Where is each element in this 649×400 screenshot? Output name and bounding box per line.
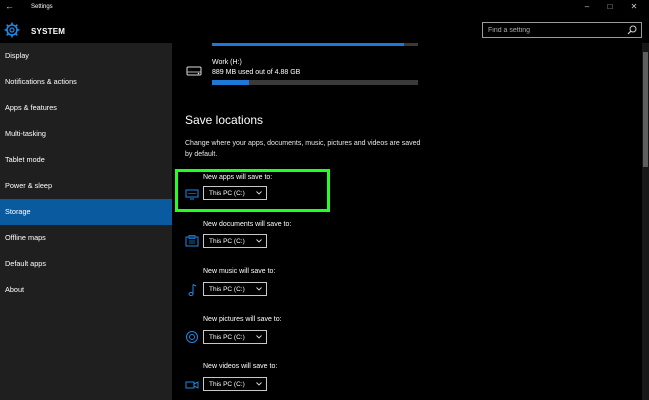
search-box[interactable] [482, 22, 642, 38]
pictures-save-select[interactable]: This PC (C:) [203, 330, 267, 344]
documents-folder-icon [185, 235, 199, 247]
video-camera-icon [185, 381, 199, 389]
sidebar-item-apps-features[interactable]: Apps & features [0, 95, 172, 121]
videos-save-label: New videos will save to: [203, 363, 278, 370]
sidebar-item-multitasking[interactable]: Multi-tasking [0, 121, 172, 147]
sidebar-item-default-apps[interactable]: Default apps [0, 251, 172, 277]
documents-save-label: New documents will save to: [203, 221, 292, 228]
close-icon[interactable]: ✕ [628, 2, 640, 11]
save-locations-heading: Save locations [185, 113, 264, 127]
videos-save-value: This PC (C:) [209, 381, 245, 388]
search-input[interactable] [483, 23, 623, 37]
pictures-save-label: New pictures will save to: [203, 316, 282, 323]
drive-icon [186, 66, 202, 76]
previous-drive-usage-fill [212, 43, 404, 46]
gear-icon [4, 22, 20, 38]
maximize-icon[interactable]: □ [604, 2, 616, 11]
pictures-save-value: This PC (C:) [209, 334, 245, 341]
search-icon[interactable] [627, 25, 637, 35]
sidebar-item-power-sleep[interactable]: Power & sleep [0, 173, 172, 199]
chevron-down-icon [256, 239, 262, 243]
sidebar-item-offline-maps[interactable]: Offline maps [0, 225, 172, 251]
window-title: Settings [31, 4, 53, 10]
section-title: SYSTEM [31, 27, 66, 36]
music-save-select[interactable]: This PC (C:) [203, 282, 267, 296]
drive-name[interactable]: Work (H:) [212, 59, 242, 66]
title-bar: ← Settings – □ ✕ [0, 0, 649, 16]
sidebar-item-label: About [5, 285, 25, 294]
drive-usage-bar [212, 80, 418, 85]
music-save-label: New music will save to: [203, 268, 276, 275]
highlight-box [175, 169, 330, 212]
chevron-down-icon [256, 287, 262, 291]
back-arrow-icon[interactable]: ← [5, 1, 14, 11]
sidebar: Display Notifications & actions Apps & f… [0, 43, 172, 400]
videos-save-select[interactable]: This PC (C:) [203, 377, 267, 391]
sidebar-item-label: Display [5, 51, 29, 60]
pictures-icon [186, 331, 198, 343]
sidebar-item-label: Storage [5, 207, 31, 216]
sidebar-item-label: Power & sleep [5, 181, 53, 190]
scrollbar-thumb[interactable] [643, 52, 648, 167]
sidebar-item-tablet-mode[interactable]: Tablet mode [0, 147, 172, 173]
sidebar-item-storage[interactable]: Storage [0, 199, 172, 225]
sidebar-item-label: Tablet mode [5, 155, 45, 164]
documents-save-select[interactable]: This PC (C:) [203, 234, 267, 248]
music-note-icon [188, 284, 197, 296]
documents-save-value: This PC (C:) [209, 238, 245, 245]
header: SYSTEM [0, 16, 649, 43]
save-locations-description: Change where your apps, documents, music… [185, 140, 421, 158]
sidebar-item-label: Multi-tasking [5, 129, 46, 138]
drive-usage-fill [212, 80, 250, 85]
sidebar-item-about[interactable]: About [0, 277, 172, 303]
sidebar-item-display[interactable]: Display [0, 43, 172, 69]
chevron-down-icon [256, 335, 262, 339]
music-save-value: This PC (C:) [209, 286, 245, 293]
previous-drive-usage-bar [212, 43, 418, 46]
sidebar-item-label: Apps & features [5, 103, 57, 112]
sidebar-item-notifications[interactable]: Notifications & actions [0, 69, 172, 95]
chevron-down-icon [256, 382, 262, 386]
sidebar-item-label: Default apps [5, 259, 46, 268]
sidebar-item-label: Offline maps [5, 233, 46, 242]
sidebar-item-label: Notifications & actions [5, 77, 77, 86]
drive-usage-text: 889 MB used out of 4.88 GB [212, 69, 301, 76]
minimize-icon[interactable]: – [581, 2, 593, 11]
